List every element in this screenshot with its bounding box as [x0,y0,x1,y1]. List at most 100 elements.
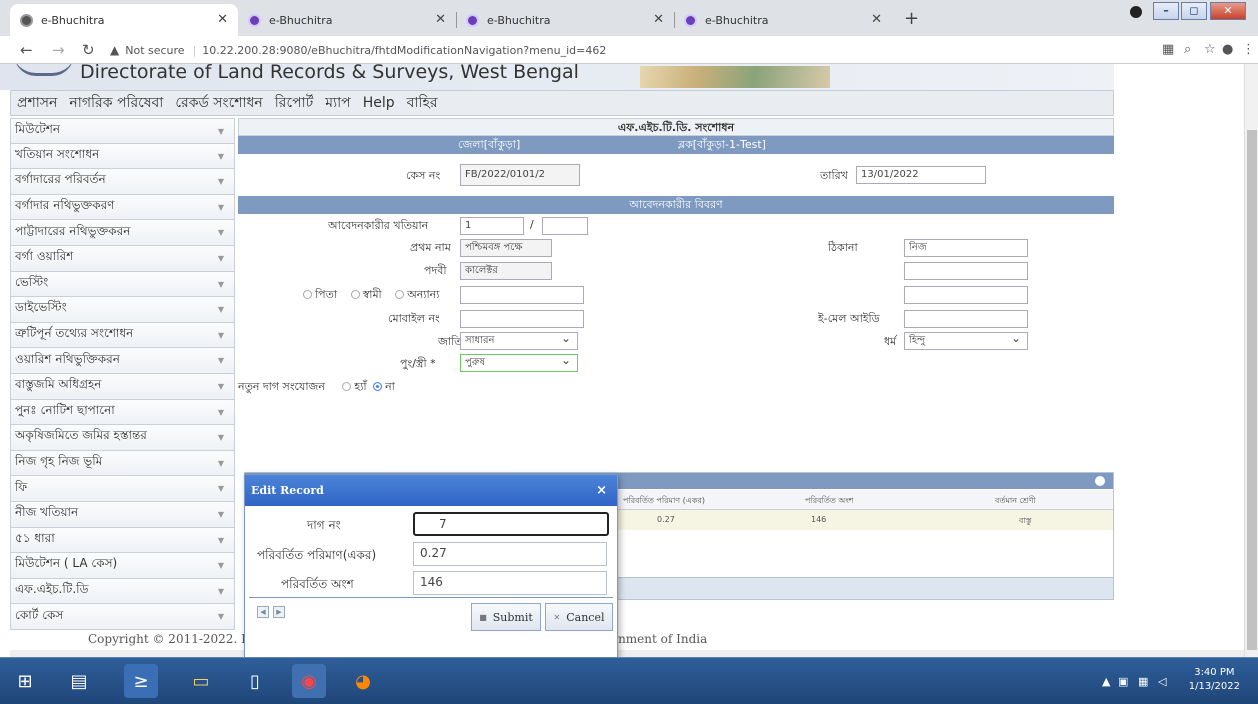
sidebar-item[interactable]: ত্রুটিপূর্ন তথ্যের সংশোধন ▼ [10,322,235,349]
new-tab-button[interactable]: + [904,8,919,29]
clock[interactable]: 3:40 PM 1/13/2022 [1189,666,1240,694]
husband-radio[interactable] [350,290,360,299]
close-tab-icon[interactable]: ✕ [871,12,882,27]
network-icon[interactable]: ▦ [1138,675,1148,688]
address-line3-field[interactable] [904,286,1028,304]
email-field[interactable] [904,310,1028,328]
share-field[interactable]: 146 [413,571,607,595]
new-plot-no-radio[interactable] [373,382,383,391]
chevron-down-icon: ▼ [217,484,224,494]
chevron-down-icon: ▼ [217,228,224,238]
account-icon[interactable]: ● [1222,42,1233,57]
close-tab-icon[interactable]: ✕ [653,12,664,27]
sidebar-item[interactable]: মিউটেশন ▼ [10,118,235,144]
browser-tab-2[interactable]: e-Bhuchitra ✕ [238,4,456,36]
menu-help[interactable]: Help [363,95,395,111]
mobile-label: মোবাইল নং [388,312,440,325]
sidebar-item[interactable]: ডাইভেস্টিং ▼ [10,297,235,323]
relation-name-field[interactable] [460,286,584,304]
file-explorer-icon[interactable]: ▭ [184,664,218,698]
new-plot-yes-radio[interactable] [342,382,352,391]
title-field[interactable]: কালেক্টর [460,262,552,280]
powershell-icon[interactable]: ≥ [124,664,158,698]
share-label: পরিবর্তিত অংশ [281,577,354,591]
menu-citizen-services[interactable]: নাগরিক পরিষেবা [69,91,163,115]
sidebar-item[interactable]: ৫১ ধারা ▼ [10,527,235,554]
start-button[interactable]: ⊞ [8,664,42,698]
father-radio[interactable] [303,290,312,299]
close-tab-icon[interactable]: ✕ [217,12,228,27]
caste-select[interactable]: সাধারন [460,332,578,350]
browser-tab-bar: e-Bhuchitra ✕ e-Bhuchitra ✕ e-Bhuchitra … [0,0,1258,36]
first-name-field[interactable]: পশ্চিমবঙ্গ পক্ষে [460,239,552,257]
sidebar-item[interactable]: কোর্ট কেস ▼ [10,604,235,630]
volume-icon[interactable]: ◁ [1158,675,1166,688]
sidebar-item[interactable]: বর্গা ওয়ারিশ ▼ [10,245,235,272]
tray-arrow-icon[interactable]: ▲ [1102,675,1110,688]
khatian-sub-field[interactable] [542,217,588,235]
district-label: জেলা[বাঁকুড়া] [458,138,521,151]
mobile-field[interactable] [460,310,584,328]
sidebar-item[interactable]: অকৃষিজমিতে জমির হস্তান্তর ▼ [10,425,235,451]
sidebar-item[interactable]: খতিয়ান সংশোধন ▼ [10,143,235,170]
translate-icon[interactable]: ▦ [1162,42,1174,57]
sidebar-item[interactable]: বাস্তুজমি অধিগ্রহন ▼ [10,373,235,400]
menu-report[interactable]: রিপোর্ট [275,91,314,115]
khatian-field[interactable]: 1 [460,217,524,235]
expand-icon[interactable] [1095,476,1105,486]
chevron-down-icon: ▼ [217,127,224,136]
zoom-icon[interactable]: ⌕ [1184,42,1191,57]
profile-icon[interactable] [1130,6,1142,18]
close-tab-icon[interactable]: ✕ [435,12,446,27]
gender-select[interactable]: পুরুষ [460,354,578,372]
url-field[interactable]: ▲ Not secure | 10.22.200.28:9080/eBhuchi… [110,39,1190,61]
menu-map[interactable]: ম্যাপ [325,91,350,115]
case-no-field[interactable]: FB/2022/0101/2 [460,164,580,186]
sidebar-item[interactable]: পাট্টাদারের নথিভুক্তকরন ▼ [10,220,235,246]
sidebar-item[interactable]: ভেস্টিং ▼ [10,271,235,298]
chrome-icon[interactable]: ◉ [292,664,326,698]
close-window-button[interactable]: ✕ [1210,2,1246,20]
forward-icon[interactable]: → [52,41,65,59]
notepad-icon[interactable]: ▯ [238,664,272,698]
dialog-close-button[interactable]: × [596,483,607,498]
bookmark-star-icon[interactable]: ☆ [1204,42,1216,57]
address-line2-field[interactable] [904,262,1028,280]
maximize-button[interactable]: ◻ [1181,2,1207,20]
table-row[interactable]: 0.27 146 বাস্তু [615,510,1113,530]
plot-no-field[interactable]: 7 [413,512,609,536]
favicon-icon [684,13,697,27]
browser-tab-3[interactable]: e-Bhuchitra ✕ [456,4,674,36]
sidebar-item[interactable]: এফ.এইচ.টি.ডি ▼ [10,578,235,605]
browser-tab-1[interactable]: e-Bhuchitra ✕ [10,4,238,36]
religion-select[interactable]: হিন্দু [904,332,1028,350]
date-field[interactable]: 13/01/2022 [856,166,986,184]
sidebar-item[interactable]: ওয়ারিশ নথিভুক্তিকরন ▼ [10,348,235,374]
sidebar-item[interactable]: ফি ▼ [10,476,235,502]
menu-dots-icon[interactable]: ⋮ [1242,42,1255,57]
area-field[interactable]: 0.27 [413,542,607,566]
cancel-button[interactable]: ✕ Cancel [545,603,613,631]
minimize-button[interactable]: – [1153,2,1179,20]
next-page-icon[interactable]: ▶ [273,606,285,618]
menu-record-correction[interactable]: রেকর্ড সংশোধন [175,91,262,115]
reload-icon[interactable]: ↻ [82,41,95,59]
submit-button[interactable]: ■ Submit [471,603,541,631]
prev-page-icon[interactable]: ◀ [257,606,269,618]
sidebar-item[interactable]: বর্গাদার নথিভুক্তকরণ ▼ [10,194,235,221]
sidebar-item[interactable]: বর্গাদারের পরিবর্তন ▼ [10,169,235,195]
menu-exit[interactable]: বাহির [407,91,438,115]
browser-tab-4[interactable]: e-Bhuchitra ✕ [674,4,892,36]
page-scrollbar[interactable] [1244,64,1258,657]
sidebar-item[interactable]: পুনঃ নোটিশ ছাপানো ▼ [10,399,235,426]
other-radio[interactable] [395,290,405,299]
tray-app-icon[interactable]: ▣ [1118,675,1128,688]
server-manager-icon[interactable]: ▤ [62,664,96,698]
sidebar-item[interactable]: মিউটেশন ( LA কেস) ▼ [10,553,235,579]
menu-admin[interactable]: প্রশাসন [17,91,57,115]
firefox-icon[interactable]: ◕ [346,664,380,698]
sidebar-item[interactable]: নীজ খতিয়ান ▼ [10,501,235,528]
address-field[interactable]: নিজ [904,239,1028,257]
sidebar-item[interactable]: নিজ গৃহ নিজ ভূমি ▼ [10,450,235,477]
back-icon[interactable]: ← [20,41,33,59]
